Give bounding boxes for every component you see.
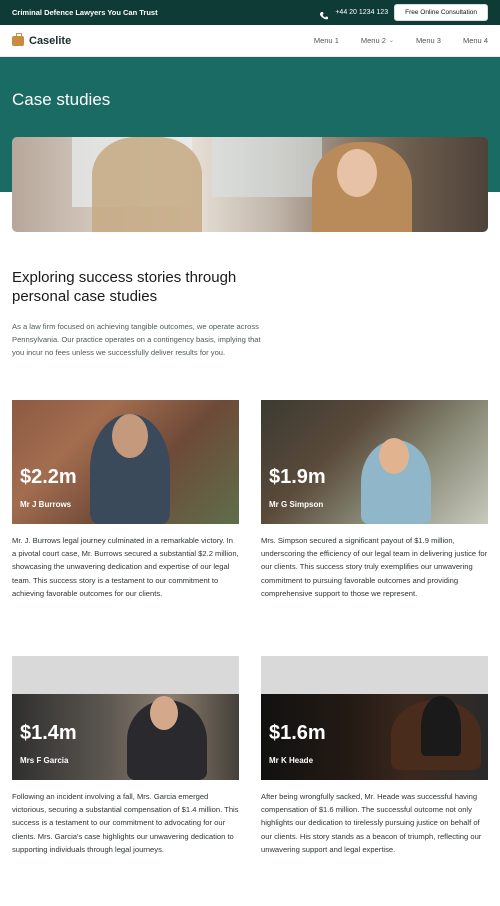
chevron-down-icon: ⌄ [388, 38, 394, 44]
case-client-name: Mrs F Garcia [20, 756, 69, 765]
hero-window [212, 137, 322, 197]
case-description: Following an incident involving a fall, … [12, 792, 239, 854]
case-photo: $1.6m Mr K Heade [261, 656, 488, 780]
hero-person-face [337, 149, 377, 197]
case-client-name: Mr K Heade [269, 756, 314, 765]
top-bar-right: +44 20 1234 123 Free Online Consultation [319, 4, 488, 21]
case-person-face [112, 414, 148, 458]
case-description: Mrs. Simpson secured a significant payou… [261, 536, 488, 598]
intro-body: As a law firm focused on achieving tangi… [12, 322, 261, 358]
menu-item-label: Menu 2 [360, 36, 386, 45]
intro-section: Exploring success stories through person… [12, 268, 267, 360]
menu-item-4[interactable]: Menu 4 [463, 36, 488, 45]
case-card[interactable]: $2.2m Mr J Burrows Mr. J. Burrows legal … [12, 400, 239, 600]
brand-name: Caselite [29, 34, 72, 47]
briefcase-icon [12, 32, 24, 46]
phone-icon [319, 8, 329, 19]
menu-item-1[interactable]: Menu 1 [314, 36, 339, 45]
case-card[interactable]: $1.4m Mrs F Garcia Following an incident… [12, 656, 239, 856]
menu-item-label: Menu 1 [313, 36, 339, 45]
hero-image [12, 137, 488, 232]
case-client-name: Mr G Simpson [269, 500, 324, 509]
case-photo: $2.2m Mr J Burrows [12, 400, 239, 524]
case-photo: $1.9m Mr G Simpson [261, 400, 488, 524]
case-person-face [150, 696, 178, 730]
case-amount: $2.2m [20, 466, 77, 488]
case-client-name: Mr J Burrows [20, 500, 72, 509]
case-card[interactable]: $1.9m Mr G Simpson Mrs. Simpson secured … [261, 400, 488, 600]
case-amount: $1.6m [269, 722, 326, 744]
intro-heading: Exploring success stories through person… [12, 269, 237, 305]
page-title: Case studies [12, 90, 111, 109]
free-consultation-button[interactable]: Free Online Consultation [394, 4, 488, 21]
case-card[interactable]: $1.6m Mr K Heade After being wrongfully … [261, 656, 488, 856]
brand[interactable]: Caselite [12, 32, 72, 47]
tagline: Criminal Defence Lawyers You Can Trust [12, 8, 158, 17]
menu-item-label: Menu 4 [462, 36, 488, 45]
case-person-face [379, 438, 409, 474]
menu-item-label: Menu 3 [415, 36, 441, 45]
case-amount: $1.9m [269, 466, 326, 488]
case-description: Mr. J. Burrows legal journey culminated … [12, 536, 239, 598]
menu-item-2[interactable]: Menu 2 ⌄ [361, 36, 394, 45]
navbar: Caselite Menu 1 Menu 2 ⌄ Menu 3 Menu 4 [0, 25, 500, 57]
menu-item-3[interactable]: Menu 3 [416, 36, 441, 45]
case-description: After being wrongfully sacked, Mr. Heade… [261, 792, 482, 854]
case-amount: $1.4m [20, 722, 77, 744]
hero-person-left [92, 137, 202, 232]
phone-number[interactable]: +44 20 1234 123 [335, 9, 388, 16]
main-menu: Menu 1 Menu 2 ⌄ Menu 3 Menu 4 [314, 36, 488, 45]
top-bar: Criminal Defence Lawyers You Can Trust +… [0, 0, 500, 25]
hero-section: Case studies [0, 57, 500, 235]
case-photo: $1.4m Mrs F Garcia [12, 656, 239, 780]
case-person-figure [421, 696, 461, 756]
